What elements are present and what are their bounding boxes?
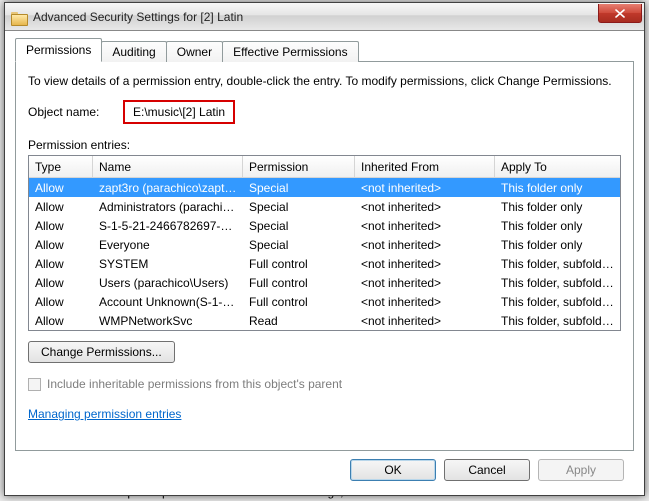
column-name[interactable]: Name xyxy=(93,156,243,177)
cell-inherited: <not inherited> xyxy=(355,257,495,271)
table-row[interactable]: AllowUsers (parachico\Users)Full control… xyxy=(29,273,620,292)
cell-type: Allow xyxy=(29,238,93,252)
titlebar: Advanced Security Settings for [2] Latin xyxy=(5,3,644,31)
object-name-label: Object name: xyxy=(28,105,123,119)
cell-inherited: <not inherited> xyxy=(355,295,495,309)
cell-apply: This folder only xyxy=(495,200,620,214)
column-apply-to[interactable]: Apply To xyxy=(495,156,620,177)
column-permission[interactable]: Permission xyxy=(243,156,355,177)
cell-type: Allow xyxy=(29,219,93,233)
cell-inherited: <not inherited> xyxy=(355,314,495,328)
cell-type: Allow xyxy=(29,295,93,309)
tab-auditing[interactable]: Auditing xyxy=(101,41,166,62)
close-icon xyxy=(615,9,625,18)
dialog-button-bar: OK Cancel Apply xyxy=(15,451,634,485)
cell-inherited: <not inherited> xyxy=(355,181,495,195)
ok-button[interactable]: OK xyxy=(350,459,436,481)
tab-strip: Permissions Auditing Owner Effective Per… xyxy=(15,39,634,61)
cell-type: Allow xyxy=(29,314,93,328)
grid-header: Type Name Permission Inherited From Appl… xyxy=(29,156,620,178)
cell-inherited: <not inherited> xyxy=(355,238,495,252)
table-row[interactable]: Allowzapt3ro (parachico\zapt3ro)Special<… xyxy=(29,178,620,197)
cell-inherited: <not inherited> xyxy=(355,276,495,290)
cell-permission: Special xyxy=(243,181,355,195)
cell-type: Allow xyxy=(29,257,93,271)
cell-apply: This folder, subfolders and... xyxy=(495,295,620,309)
cell-apply: This folder only xyxy=(495,238,620,252)
managing-permission-entries-link[interactable]: Managing permission entries xyxy=(28,407,181,421)
cell-name: WMPNetworkSvc xyxy=(93,314,243,328)
cell-type: Allow xyxy=(29,276,93,290)
cell-apply: This folder only xyxy=(495,181,620,195)
dialog-window: Advanced Security Settings for [2] Latin… xyxy=(4,2,645,496)
instruction-text: To view details of a permission entry, d… xyxy=(28,74,621,88)
apply-button[interactable]: Apply xyxy=(538,459,624,481)
table-row[interactable]: AllowEveryoneSpecial<not inherited>This … xyxy=(29,235,620,254)
cell-apply: This folder only xyxy=(495,219,620,233)
cell-name: Users (parachico\Users) xyxy=(93,276,243,290)
cell-name: Administrators (parachico... xyxy=(93,200,243,214)
close-button[interactable] xyxy=(598,4,642,23)
cell-type: Allow xyxy=(29,181,93,195)
object-name-value: E:\music\[2] Latin xyxy=(123,100,235,124)
table-row[interactable]: AllowS-1-5-21-2466782697-11...Special<no… xyxy=(29,216,620,235)
include-inheritable-label: Include inheritable permissions from thi… xyxy=(47,377,342,391)
table-row[interactable]: AllowWMPNetworkSvcRead<not inherited>Thi… xyxy=(29,311,620,330)
cell-name: SYSTEM xyxy=(93,257,243,271)
change-permissions-button[interactable]: Change Permissions... xyxy=(28,341,175,363)
window-title: Advanced Security Settings for [2] Latin xyxy=(33,10,598,24)
cancel-button[interactable]: Cancel xyxy=(444,459,530,481)
cell-name: S-1-5-21-2466782697-11... xyxy=(93,219,243,233)
table-row[interactable]: AllowSYSTEMFull control<not inherited>Th… xyxy=(29,254,620,273)
tab-owner[interactable]: Owner xyxy=(166,41,223,62)
cell-permission: Read xyxy=(243,314,355,328)
include-inheritable-checkbox xyxy=(28,378,41,391)
cell-name: zapt3ro (parachico\zapt3ro) xyxy=(93,181,243,195)
cell-apply: This folder, subfolders and... xyxy=(495,314,620,328)
cell-inherited: <not inherited> xyxy=(355,200,495,214)
folder-icon xyxy=(11,10,27,24)
permission-entries-grid[interactable]: Type Name Permission Inherited From Appl… xyxy=(28,155,621,331)
cell-apply: This folder, subfolders and... xyxy=(495,276,620,290)
cell-permission: Special xyxy=(243,219,355,233)
cell-name: Everyone xyxy=(93,238,243,252)
cell-permission: Full control xyxy=(243,257,355,271)
table-row[interactable]: AllowAccount Unknown(S-1-5-...Full contr… xyxy=(29,292,620,311)
column-inherited-from[interactable]: Inherited From xyxy=(355,156,495,177)
cell-permission: Full control xyxy=(243,276,355,290)
cell-apply: This folder, subfolders and... xyxy=(495,257,620,271)
tab-effective-permissions[interactable]: Effective Permissions xyxy=(222,41,359,62)
permission-entries-label: Permission entries: xyxy=(28,138,621,152)
cell-type: Allow xyxy=(29,200,93,214)
tab-panel-permissions: To view details of a permission entry, d… xyxy=(15,61,634,451)
cell-inherited: <not inherited> xyxy=(355,219,495,233)
cell-name: Account Unknown(S-1-5-... xyxy=(93,295,243,309)
cell-permission: Special xyxy=(243,200,355,214)
cell-permission: Special xyxy=(243,238,355,252)
table-row[interactable]: AllowAdministrators (parachico...Special… xyxy=(29,197,620,216)
column-type[interactable]: Type xyxy=(29,156,93,177)
cell-permission: Full control xyxy=(243,295,355,309)
tab-permissions[interactable]: Permissions xyxy=(15,38,102,62)
